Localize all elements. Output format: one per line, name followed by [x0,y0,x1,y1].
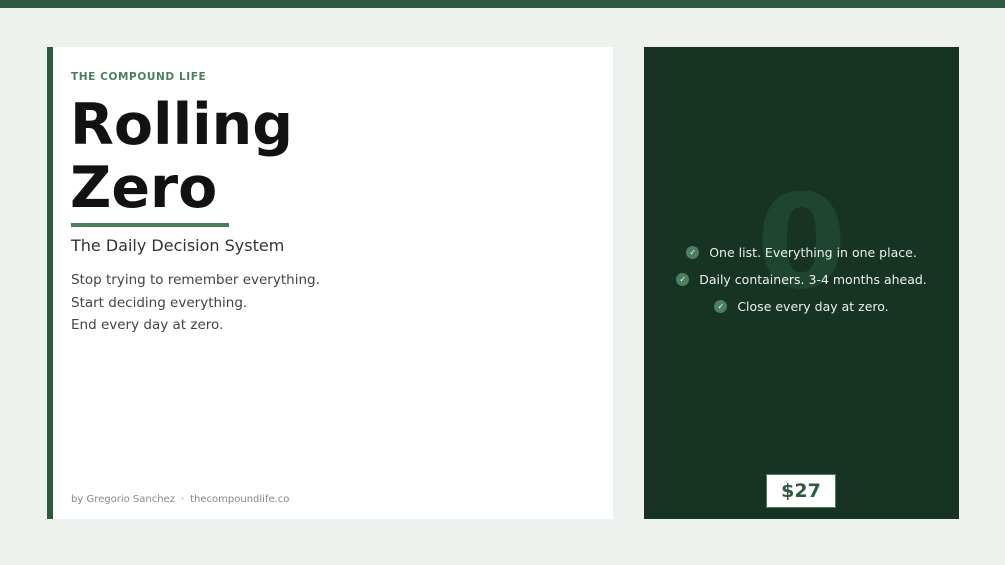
subtitle: The Daily Decision System [71,236,285,255]
feature-label: Close every day at zero. [737,299,889,314]
body-line: End every day at zero. [71,317,224,333]
body-line: Start deciding everything. [71,294,248,311]
title-line-2: Zero [70,155,218,221]
feature-item: ✓ One list. Everything in one place. [686,239,917,266]
check-icon: ✓ [686,246,700,259]
footer: by Gregorio Sanchez · thecompoundlife.co [71,494,289,505]
feature-label: One list. Everything in one place. [709,245,917,260]
price-tag: $27 [766,474,836,508]
feature-item: ✓ Close every day at zero. [714,293,889,320]
cover-card: THE COMPOUND LIFE Rolling Zero The Daily… [47,47,613,519]
website-link[interactable]: thecompoundlife.co [190,494,289,505]
feature-list: ✓ One list. Everything in one place. ✓ D… [644,239,959,320]
feature-label: Daily containers. 3-4 months ahead. [699,272,927,287]
page-title: Rolling Zero [70,94,293,220]
body-text: Stop trying to remember everything. Star… [71,269,320,337]
brand-label: THE COMPOUND LIFE [71,71,207,83]
author-credit: by Gregorio Sanchez [71,494,175,505]
title-line-1: Rolling [70,92,294,158]
footer-separator: · [180,494,185,505]
check-icon: ✓ [676,273,690,286]
body-line: Stop trying to remember everything. [71,272,320,288]
side-panel: 0 ✓ One list. Everything in one place. ✓… [644,47,959,519]
title-underline [71,223,229,227]
check-icon: ✓ [714,300,728,313]
feature-item: ✓ Daily containers. 3-4 months ahead. [676,266,927,293]
top-accent-bar [0,0,1005,8]
